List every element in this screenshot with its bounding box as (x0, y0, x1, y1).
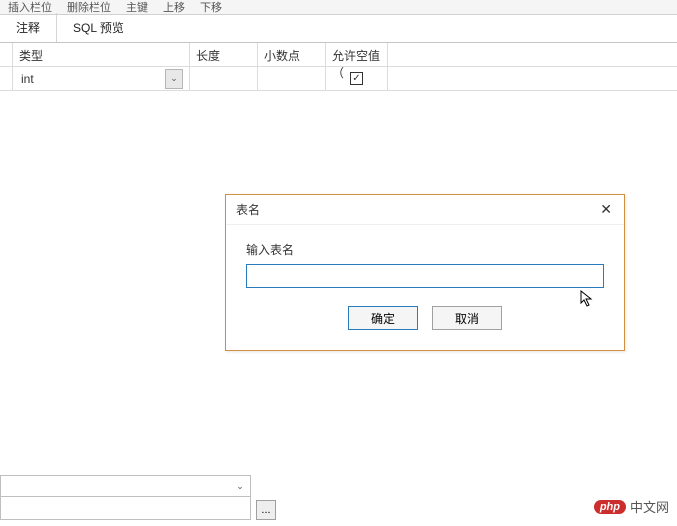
bottom-panel: ⌄ ... php 中文网 (0, 475, 677, 526)
cell-type[interactable]: int ⌄ (13, 67, 190, 90)
tab-sql-preview[interactable]: SQL 预览 (57, 13, 141, 42)
watermark-text: 中文网 (630, 497, 669, 516)
grid-row[interactable]: int ⌄ ✓ (0, 67, 677, 91)
table-name-dialog: 表名 ✕ 输入表名 确定 取消 (225, 194, 625, 351)
col-header-length: 长度 (190, 43, 258, 66)
toolbar-item-up[interactable]: 上移 (163, 0, 185, 15)
dialog-label: 输入表名 (246, 241, 604, 258)
dialog-title: 表名 (236, 201, 260, 218)
cell-null[interactable]: ✓ (326, 67, 388, 90)
table-name-input[interactable] (246, 264, 604, 288)
chevron-down-icon[interactable]: ⌄ (232, 477, 248, 495)
col-header-blank (0, 43, 13, 66)
allow-null-checkbox[interactable]: ✓ (350, 72, 363, 85)
cell-length[interactable] (190, 67, 258, 90)
grid-header: 类型 长度 小数点 允许空值（ (0, 43, 677, 67)
col-header-null: 允许空值（ (326, 43, 388, 66)
bottom-dropdown[interactable]: ⌄ (0, 475, 251, 497)
type-value: int (21, 72, 34, 86)
type-dropdown[interactable]: int ⌄ (19, 69, 183, 88)
php-badge-icon: php (594, 500, 626, 514)
bottom-input[interactable] (0, 496, 251, 520)
ok-button[interactable]: 确定 (348, 306, 418, 330)
dialog-body: 输入表名 确定 取消 (226, 225, 624, 350)
tab-comment[interactable]: 注释 (0, 13, 57, 42)
watermark: php 中文网 (594, 497, 669, 516)
cell-decimal[interactable] (258, 67, 326, 90)
cancel-button[interactable]: 取消 (432, 306, 502, 330)
close-icon[interactable]: ✕ (596, 201, 616, 218)
chevron-down-icon[interactable]: ⌄ (165, 69, 183, 89)
tab-bar: 注释 SQL 预览 (0, 15, 677, 43)
dialog-titlebar: 表名 ✕ (226, 195, 624, 225)
col-header-decimal: 小数点 (258, 43, 326, 66)
dialog-buttons: 确定 取消 (246, 306, 604, 330)
toolbar-item-down[interactable]: 下移 (200, 0, 222, 15)
cell-blank[interactable] (0, 67, 13, 90)
cell-rest[interactable] (388, 67, 414, 90)
more-button[interactable]: ... (256, 500, 276, 520)
column-grid: 类型 长度 小数点 允许空值（ int ⌄ ✓ (0, 43, 677, 91)
col-header-type: 类型 (13, 43, 190, 66)
